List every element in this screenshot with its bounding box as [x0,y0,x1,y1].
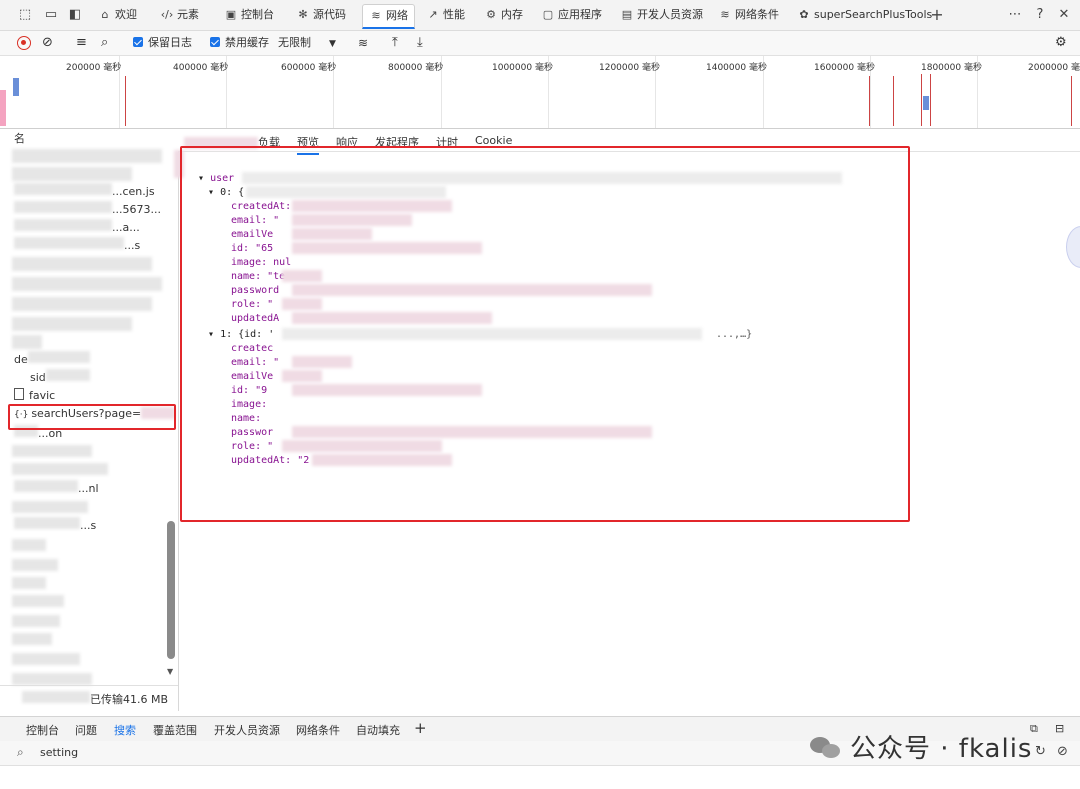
extension-icon: ✿ [799,8,809,21]
list-item[interactable]: de [14,351,90,367]
search-icon[interactable]: ⌕ [101,34,108,52]
clear-icon[interactable]: ⊘ [42,34,53,52]
list-item[interactable]: ...cen.js [14,183,155,199]
list-item[interactable]: ...s [14,237,140,253]
overview-tick-label: 1800000 毫秒 [921,63,982,73]
list-item[interactable]: sid [30,369,90,385]
drawer-tab-coverage[interactable]: 覆盖范围 [153,722,197,738]
network-conditions-icon[interactable]: ≋ [358,34,368,52]
tab-sources[interactable]: ✻ 源代码 [290,4,352,26]
tab-network-conditions[interactable]: ≋ 网络条件 [712,4,785,26]
device-toolbar-icon[interactable]: ▭ [42,6,60,24]
home-icon: ⌂ [101,8,109,21]
inspect-icon[interactable]: ⬚ [16,6,34,24]
network-overview[interactable]: 200000 毫秒 400000 毫秒 600000 毫秒 800000 毫秒 … [0,56,1080,129]
drawer-layout-icon[interactable]: ⊟ [1055,722,1064,735]
record-dot-icon [21,40,26,45]
bug-icon: ✻ [298,8,308,21]
search-icon: ⌕ [17,745,24,759]
overview-tick-label: 2000000 毫秒 [1028,63,1080,73]
tab-console[interactable]: ▣ 控制台 [218,4,280,26]
network-settings-icon[interactable]: ⚙ [1055,34,1067,52]
gauge-icon: ↗ [428,8,438,21]
network-conditions-icon: ≋ [720,8,730,21]
throttle-select[interactable]: 无限制 ▼ [278,34,336,52]
drawer-tab-console[interactable]: 控制台 [26,722,59,738]
drawer-tab-search[interactable]: 搜索 [114,722,136,743]
name-column-header[interactable]: 名 [14,131,25,147]
import-har-icon[interactable]: ⤒ [392,34,398,52]
overview-tick-label: 1000000 毫秒 [492,63,553,73]
gear-icon: ⚙ [486,8,496,21]
tab-developer-resources[interactable]: ▤ 开发人员资源 [614,4,709,26]
transfer-status: 已传输41.6 MB [22,691,168,707]
floating-assistant-button[interactable] [1066,226,1080,268]
tab-elements[interactable]: ‹/› 元素 [154,4,205,26]
tab-network[interactable]: ≋ 网络 [362,4,415,29]
wechat-icon [810,735,842,761]
tab-super-search[interactable]: ✿ superSearchPlusTools [791,4,938,26]
list-item[interactable]: ...a... [14,219,140,235]
network-toolbar: ⊘ ≡ ⌕ 保留日志 禁用缓存 无限制 ▼ ≋ ⤒ ⤓ ⚙ [0,31,1080,56]
overview-tick-label: 800000 毫秒 [388,63,444,73]
tab-welcome[interactable]: ⌂ 欢迎 [92,4,143,26]
checkbox-checked-icon [210,37,220,47]
dock-icon[interactable]: ◧ [66,6,84,24]
drawer-tab-network-conditions[interactable]: 网络条件 [296,722,340,738]
document-icon [14,388,24,400]
tab-memory[interactable]: ⚙ 内存 [478,4,529,26]
highlight-box-request [8,404,176,430]
scroll-down-icon[interactable]: ▼ [167,667,173,676]
add-tab-icon[interactable]: + [928,6,946,24]
checkbox-checked-icon [133,37,143,47]
list-item[interactable]: ...5673... [14,201,161,217]
overview-tick-label: 200000 毫秒 [66,63,122,73]
export-har-icon[interactable]: ⤓ [417,34,423,52]
highlight-box-preview [180,146,910,522]
wifi-icon: ≋ [371,9,381,22]
drawer-tab-autofill[interactable]: 自动填充 [356,722,400,738]
overview-tick-label: 1200000 毫秒 [599,63,660,73]
clear-search-icon[interactable]: ⊘ [1057,744,1068,759]
overview-tick-label: 400000 毫秒 [173,63,229,73]
refresh-icon[interactable]: ↻ [1035,744,1046,759]
drawer-tab-issues[interactable]: 问题 [75,722,97,738]
add-drawer-tab-icon[interactable]: + [414,719,427,737]
watermark: 公众号 · fkalis [810,728,1032,764]
page-edge-accent [0,90,6,126]
overview-tick-label: 1400000 毫秒 [706,63,767,73]
drawer-tab-developer-resources[interactable]: 开发人员资源 [214,722,280,738]
doc-icon: ▤ [621,8,633,21]
list-item[interactable]: ...nl [14,480,99,496]
overview-tick-label: 600000 毫秒 [281,63,337,73]
overview-tick-label: 1600000 毫秒 [814,63,875,73]
filter-icon[interactable]: ≡ [76,34,87,52]
code-icon: ‹/› [160,8,174,21]
devtools-tab-bar: ⬚ ▭ ◧ ⌂ 欢迎 ‹/› 元素 ▣ 控制台 ✻ 源代码 ≋ 网络 ↗ 性能 ⚙ 内存 ▢ 应… [0,0,1080,31]
list-item[interactable]: ...s [14,517,96,533]
close-icon[interactable]: ✕ [1055,6,1073,24]
disable-cache-checkbox[interactable]: 禁用缓存 [210,34,269,52]
request-list-scrollbar[interactable] [167,521,175,659]
window-icon: ▢ [542,8,554,21]
list-item[interactable]: favic [14,388,55,404]
help-icon[interactable]: ? [1031,6,1049,24]
tab-performance[interactable]: ↗ 性能 [420,4,471,26]
tab-application[interactable]: ▢ 应用程序 [535,4,608,26]
more-icon[interactable]: ⋯ [1006,6,1024,24]
search-input[interactable]: setting [40,746,78,759]
preserve-log-checkbox[interactable]: 保留日志 [133,34,192,52]
console-icon: ▣ [225,8,237,21]
record-button[interactable] [17,36,31,50]
chevron-down-icon: ▼ [329,39,336,49]
